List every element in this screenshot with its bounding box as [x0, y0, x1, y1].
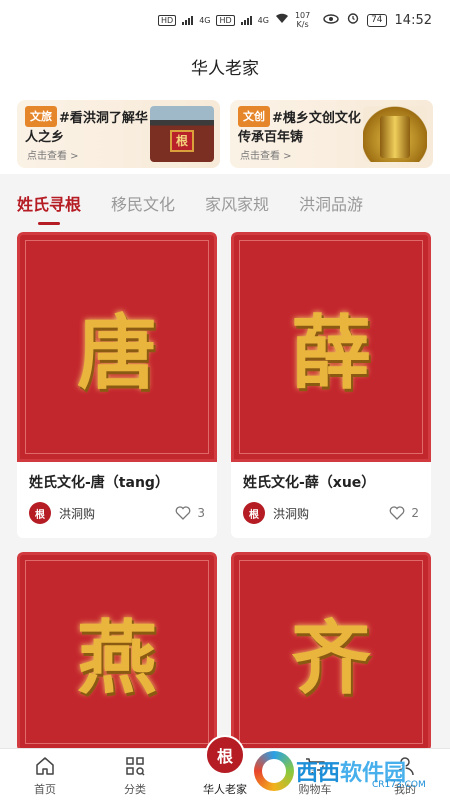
- signal-icon-1: [182, 15, 194, 25]
- tab-label: 姓氏寻根: [17, 195, 82, 214]
- banner-text: 文创 #槐乡文创文化传承百年铸: [238, 106, 364, 147]
- banner-tag: 文旅: [25, 106, 57, 127]
- card-meta: 根 洪洞购 2: [243, 502, 419, 524]
- card-meta: 根 洪洞购 3: [29, 502, 205, 524]
- signal-icon-2: [240, 15, 252, 25]
- banner-culture-tourism[interactable]: 文旅 #看洪洞了解华人之乡 点击查看 > 根: [17, 100, 220, 168]
- logo-icon: 根: [205, 735, 245, 775]
- tab-surname-roots[interactable]: 姓氏寻根: [17, 191, 82, 225]
- category-icon: [126, 757, 145, 776]
- status-left: HD 4G HD 4G 107 K/s: [158, 11, 310, 29]
- hd-badge-1: HD: [158, 14, 177, 26]
- nav-label: 首页: [34, 783, 56, 796]
- banner-view-link[interactable]: 点击查看 >: [27, 147, 79, 162]
- surname-glyph: 齐: [291, 611, 371, 705]
- product-card[interactable]: 燕: [17, 552, 217, 752]
- nav-home[interactable]: 首页: [0, 749, 90, 800]
- banner-text: 文旅 #看洪洞了解华人之乡: [25, 106, 151, 147]
- seal-column: [380, 116, 410, 158]
- shop-avatar: 根: [243, 502, 265, 524]
- surname-glyph: 燕: [77, 611, 157, 705]
- card-info: 姓氏文化-唐（tang） 根 洪洞购 3: [17, 462, 217, 524]
- active-tab-indicator: [38, 222, 60, 225]
- home-icon: [36, 757, 54, 775]
- gate-thumbnail-icon: 根: [150, 106, 214, 162]
- like-count: 2: [411, 506, 419, 520]
- card-info: 姓氏文化-薛（xue） 根 洪洞购 2: [231, 462, 431, 524]
- status-bar: HD 4G HD 4G 107 K/s 74 14:52: [0, 0, 450, 40]
- network-type-2: 4G: [257, 15, 269, 25]
- page-title: 华人老家: [0, 40, 450, 92]
- status-right: 74 14:52: [323, 12, 432, 28]
- like-button[interactable]: 2: [389, 506, 419, 520]
- product-card[interactable]: 薛 姓氏文化-薛（xue） 根 洪洞购 2: [231, 232, 431, 538]
- tab-label: 洪洞品游: [299, 195, 364, 214]
- product-title: 姓氏文化-唐（tang）: [29, 475, 169, 491]
- hd-badge-2: HD: [216, 14, 235, 26]
- heart-icon: [175, 506, 191, 520]
- page-title-text: 华人老家: [191, 58, 259, 79]
- alarm-icon: [347, 12, 359, 28]
- like-button[interactable]: 3: [175, 506, 205, 520]
- nav-label: 分类: [124, 783, 146, 796]
- eye-icon: [323, 13, 339, 28]
- product-image: 齐: [231, 552, 431, 752]
- heart-icon: [389, 506, 405, 520]
- watermark-text-a: 西西: [296, 761, 341, 786]
- wifi-icon: [275, 13, 289, 27]
- shop-name: 洪洞购: [273, 506, 310, 521]
- watermark-url: CR173.COM: [372, 780, 426, 790]
- surname-glyph: 薛: [291, 306, 371, 400]
- net-speed-unit: K/s: [296, 20, 309, 29]
- watermark: 西西软件园 CR173.COM: [254, 750, 444, 792]
- net-speed: 107 K/s: [295, 11, 310, 29]
- banner-view-link[interactable]: 点击查看 >: [240, 147, 292, 162]
- tab-family-rules[interactable]: 家风家规: [205, 191, 269, 215]
- net-speed-value: 107: [294, 11, 311, 20]
- nav-label: 华人老家: [203, 783, 247, 796]
- product-image: 薛: [231, 232, 431, 462]
- tab-migration-culture[interactable]: 移民文化: [111, 191, 175, 215]
- product-grid: 唐 姓氏文化-唐（tang） 根 洪洞购 3 薛 姓氏文化-薛（xue） 根 洪…: [0, 232, 450, 752]
- nav-category[interactable]: 分类: [90, 749, 180, 800]
- banner-cultural-creative[interactable]: 文创 #槐乡文创文化传承百年铸 点击查看 >: [230, 100, 433, 168]
- tab-hongtong-travel[interactable]: 洪洞品游: [299, 191, 363, 215]
- watermark-logo-icon: [254, 751, 294, 791]
- product-image: 唐: [17, 232, 217, 462]
- clock: 14:52: [394, 12, 432, 28]
- gate-plaque: 根: [170, 130, 194, 152]
- bronze-seal-thumbnail-icon: [363, 106, 427, 162]
- banner-tag: 文创: [238, 106, 270, 127]
- shop-name: 洪洞购: [59, 506, 96, 521]
- product-card[interactable]: 唐 姓氏文化-唐（tang） 根 洪洞购 3: [17, 232, 217, 538]
- product-image: 燕: [17, 552, 217, 752]
- tab-label: 移民文化: [111, 195, 176, 214]
- category-tabs: 姓氏寻根 移民文化 家风家规 洪洞品游: [0, 174, 450, 232]
- shop-avatar: 根: [29, 502, 51, 524]
- product-title: 姓氏文化-薛（xue）: [243, 475, 376, 491]
- banner-row: 文旅 #看洪洞了解华人之乡 点击查看 > 根 文创 #槐乡文创文化传承百年铸 点击查…: [0, 92, 450, 174]
- battery-indicator: 74: [367, 13, 387, 27]
- tab-label: 家风家规: [205, 195, 270, 214]
- surname-glyph: 唐: [77, 306, 157, 400]
- product-card[interactable]: 齐: [231, 552, 431, 752]
- network-type-1: 4G: [199, 15, 211, 25]
- like-count: 3: [197, 506, 205, 520]
